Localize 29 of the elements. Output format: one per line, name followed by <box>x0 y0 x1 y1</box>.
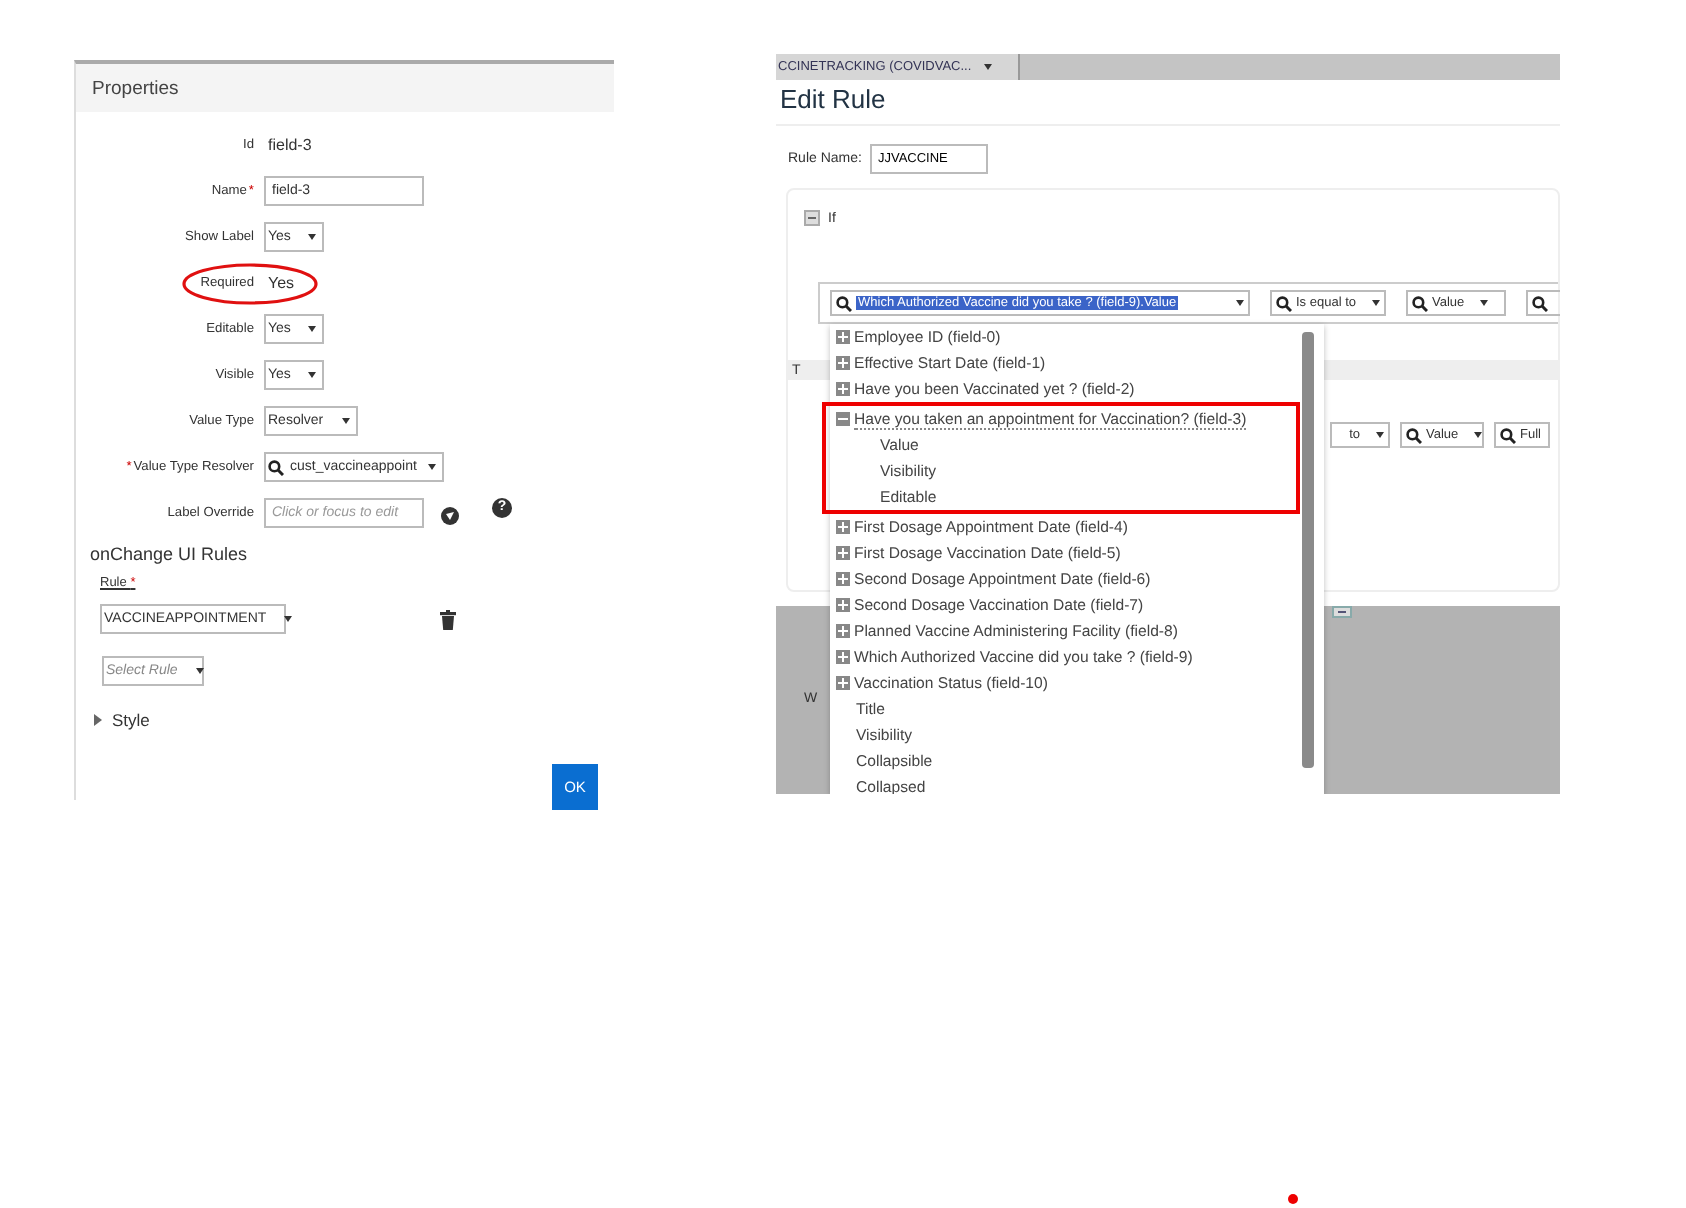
expand-icon[interactable] <box>836 330 850 344</box>
expand-icon[interactable] <box>836 382 850 396</box>
field-value: Yes <box>266 274 295 292</box>
search-icon <box>1532 295 1548 311</box>
expand-icon[interactable] <box>836 572 850 586</box>
search-icon <box>1500 427 1516 443</box>
collapse-icon[interactable] <box>804 210 820 226</box>
expand-icon[interactable] <box>836 520 850 534</box>
search-icon <box>836 295 852 311</box>
expand-icon[interactable] <box>836 546 850 560</box>
section-title: onChange UI Rules <box>88 542 250 564</box>
style-toggle[interactable]: Style <box>76 686 614 730</box>
panel-title: Properties <box>92 77 179 99</box>
marker-icon[interactable] <box>440 506 460 526</box>
field-value: field-3 <box>266 136 312 154</box>
search-icon <box>268 459 284 475</box>
collapse-icon[interactable] <box>1332 606 1352 618</box>
expand-icon[interactable] <box>836 676 850 690</box>
expand-icon[interactable] <box>836 650 850 664</box>
expand-icon[interactable] <box>836 624 850 638</box>
scrollbar[interactable] <box>1302 332 1314 768</box>
search-icon <box>1412 295 1428 311</box>
trash-icon[interactable] <box>440 609 456 629</box>
expand-icon[interactable] <box>836 598 850 612</box>
page-title: Edit Rule <box>776 80 1560 126</box>
search-icon <box>1276 295 1292 311</box>
expand-icon[interactable] <box>836 356 850 370</box>
search-icon <box>1406 427 1422 443</box>
collapse-icon[interactable] <box>836 412 850 426</box>
